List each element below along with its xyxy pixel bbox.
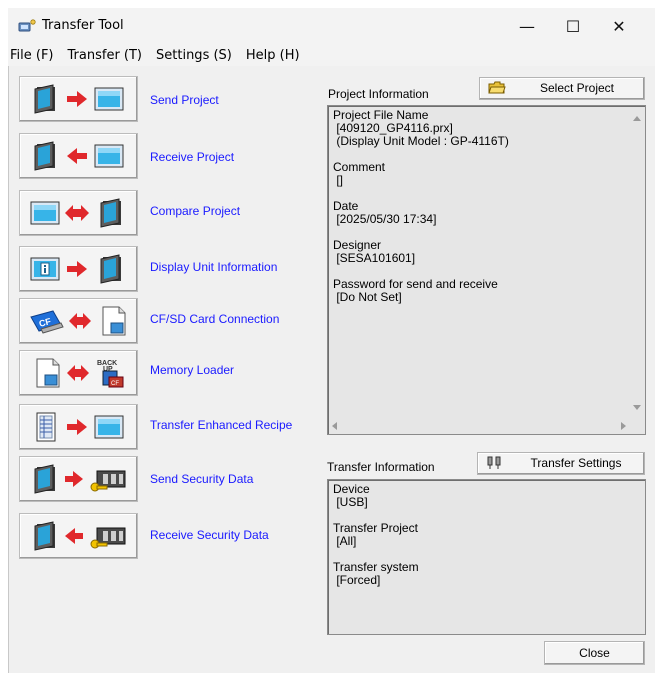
display-unit-info-button[interactable]: [19, 246, 138, 292]
scroll-left-icon[interactable]: [332, 422, 337, 430]
scroll-right-icon[interactable]: [621, 422, 626, 430]
display-unit-info-label[interactable]: Display Unit Information: [150, 260, 277, 274]
svg-text:CF: CF: [111, 381, 119, 387]
transfer-settings-button[interactable]: Transfer Settings: [477, 452, 645, 475]
model-value: (Display Unit Model : GP-4116T): [333, 134, 509, 148]
receive-project-button[interactable]: [19, 133, 138, 179]
send-security-label[interactable]: Send Security Data: [150, 472, 253, 486]
maximize-button[interactable]: ☐: [550, 8, 596, 44]
send-project-icon: [34, 84, 123, 114]
scroll-down-icon[interactable]: [633, 405, 641, 410]
display-unit-info-icon: [30, 254, 121, 284]
settings-plug-icon: [487, 456, 501, 469]
memory-loader-button[interactable]: BACK UP CF: [19, 350, 138, 396]
password-value: [Do Not Set]: [333, 290, 402, 304]
transfer-settings-label: Transfer Settings: [530, 456, 622, 470]
memory-loader-label[interactable]: Memory Loader: [150, 363, 234, 377]
designer-value: [SESA101601]: [333, 251, 416, 265]
close-icon: ✕: [612, 16, 626, 36]
transfer-tool-app-icon: [18, 19, 36, 32]
transfer-info-box: Device [USB] Transfer Project [All] Tran…: [327, 479, 646, 635]
menu-settings[interactable]: Settings (S): [149, 48, 239, 63]
cf-sd-card-icon: CF: [29, 306, 125, 336]
compare-project-button[interactable]: [19, 190, 138, 236]
menu-bar: File (F) Transfer (T) Settings (S) Help …: [8, 44, 655, 66]
send-security-icon: [34, 464, 125, 494]
menu-file[interactable]: File (F): [8, 48, 61, 63]
receive-project-label[interactable]: Receive Project: [150, 150, 234, 164]
compare-project-label[interactable]: Compare Project: [150, 204, 240, 218]
menu-help[interactable]: Help (H): [239, 48, 307, 63]
select-project-label: Select Project: [539, 81, 615, 95]
client-area: Send Project Receive Project Compare Pro…: [8, 66, 655, 673]
project-info-box: Project File Name [409120_GP4116.prx] (D…: [327, 105, 646, 435]
transfer-project-label: Transfer Project: [333, 521, 418, 535]
transfer-info-label: Transfer Information: [327, 460, 435, 474]
scroll-up-icon[interactable]: [633, 116, 641, 121]
folder-icon: [488, 81, 506, 94]
transfer-project-value: [All]: [333, 534, 357, 548]
enhanced-recipe-button[interactable]: [19, 404, 138, 450]
send-security-button[interactable]: [19, 456, 138, 502]
close-button[interactable]: Close: [544, 641, 645, 665]
device-label: Device: [333, 482, 370, 496]
minimize-button[interactable]: —: [504, 8, 550, 44]
project-info-label: Project Information: [328, 87, 429, 101]
horizontal-scrollbar[interactable]: [328, 418, 630, 434]
enhanced-recipe-icon: [36, 412, 123, 442]
window-title: Transfer Tool: [42, 18, 124, 33]
send-project-button[interactable]: [19, 76, 138, 122]
title-bar: Transfer Tool — ☐ ✕: [8, 8, 655, 44]
menu-transfer[interactable]: Transfer (T): [61, 48, 150, 63]
select-project-button[interactable]: Select Project: [479, 77, 645, 100]
device-value: [USB]: [333, 495, 368, 509]
receive-security-button[interactable]: [19, 513, 138, 559]
compare-project-icon: [30, 198, 121, 228]
cf-sd-card-button[interactable]: CF: [19, 298, 138, 344]
receive-project-icon: [34, 141, 123, 171]
receive-security-icon: [34, 521, 125, 551]
transfer-system-value: [Forced]: [333, 573, 381, 587]
close-window-button[interactable]: ✕: [596, 8, 642, 44]
comment-label: Comment: [333, 160, 386, 174]
cf-sd-card-label[interactable]: CF/SD Card Connection: [150, 312, 279, 326]
receive-security-label[interactable]: Receive Security Data: [150, 528, 269, 542]
maximize-icon: ☐: [565, 16, 581, 36]
date-value: [2025/05/30 17:34]: [333, 212, 437, 226]
comment-value: []: [333, 173, 344, 187]
memory-loader-icon: BACKUPCF: [36, 358, 123, 388]
send-project-label[interactable]: Send Project: [150, 93, 219, 107]
minimize-icon: —: [519, 16, 535, 36]
enhanced-recipe-label[interactable]: Transfer Enhanced Recipe: [150, 418, 292, 432]
vertical-scrollbar[interactable]: [629, 106, 645, 416]
